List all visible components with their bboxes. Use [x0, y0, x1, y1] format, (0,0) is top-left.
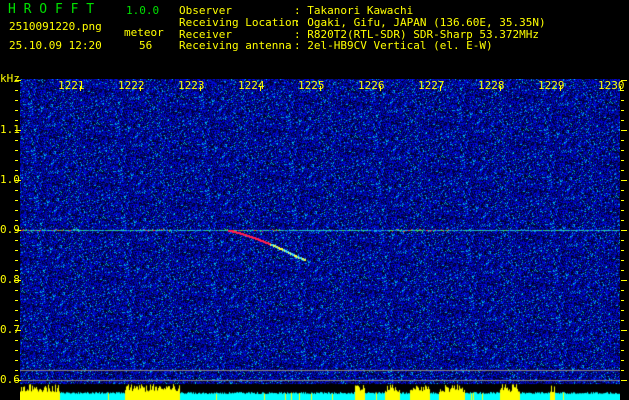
y-tick: [15, 360, 18, 361]
y-tick: [621, 170, 624, 171]
y-tick: [15, 260, 18, 261]
x-tick: [260, 86, 261, 91]
y-tick: [621, 240, 624, 241]
y-tick: [621, 250, 624, 251]
y-tick: [15, 90, 18, 91]
y-tick: [15, 220, 18, 221]
y-tick: [15, 290, 18, 291]
y-tick: [621, 150, 624, 151]
meteor-count: 56: [139, 39, 153, 52]
y-tick: [15, 190, 18, 191]
x-tick: [140, 86, 141, 91]
y-tick: [621, 160, 624, 161]
y-tick: [15, 110, 18, 111]
y-tick: [621, 290, 624, 291]
y-tick: [15, 320, 18, 321]
y-tick: [621, 210, 624, 211]
y-tick: [621, 260, 624, 261]
y-tick: [15, 210, 18, 211]
y-tick: [621, 340, 624, 341]
x-tick: [440, 86, 441, 91]
x-tick: [320, 86, 321, 91]
y-unit-label: kHz: [0, 72, 20, 85]
y-tick: [15, 270, 18, 271]
y-tick: [621, 200, 624, 201]
y-tick: [15, 180, 21, 181]
x-tick: [200, 86, 201, 91]
y-tick: [621, 370, 624, 371]
y-tick: [621, 230, 627, 231]
app-title: H R O F F T: [8, 2, 95, 17]
y-tick: [15, 310, 18, 311]
y-tick: [621, 140, 624, 141]
y-tick: [15, 150, 18, 151]
x-tick: [560, 86, 561, 91]
spectrogram: [20, 79, 620, 400]
y-tick: [15, 100, 18, 101]
y-tick: [15, 350, 18, 351]
info-label-antenna: Receiving antenna: [179, 39, 292, 52]
y-tick: [15, 130, 21, 131]
datetime: 25.10.09 12:20: [9, 39, 102, 52]
y-tick: [15, 340, 18, 341]
y-tick: [15, 120, 18, 121]
y-tick: [15, 230, 21, 231]
x-tick: [80, 86, 81, 91]
y-tick: [15, 200, 18, 201]
y-tick: [621, 110, 624, 111]
filename: 2510091220.png: [9, 20, 102, 33]
y-tick: [621, 130, 627, 131]
y-tick: [621, 190, 624, 191]
y-tick: [621, 120, 624, 121]
y-tick: [621, 320, 624, 321]
y-tick: [621, 350, 624, 351]
y-tick: [15, 370, 18, 371]
y-tick: [15, 140, 18, 141]
x-tick: [380, 86, 381, 91]
y-tick: [15, 160, 18, 161]
x-tick: [500, 86, 501, 91]
y-tick: [621, 330, 627, 331]
y-tick: [621, 360, 624, 361]
y-tick: [621, 380, 627, 381]
version: 1.0.0: [126, 4, 160, 17]
y-tick: [621, 310, 624, 311]
x-tick: [620, 86, 621, 91]
y-tick: [15, 330, 21, 331]
y-tick: [15, 280, 21, 281]
y-tick: [621, 100, 624, 101]
y-tick: [621, 180, 627, 181]
y-tick: [15, 170, 18, 171]
y-tick: [15, 250, 18, 251]
y-tick: [15, 300, 18, 301]
y-tick: [15, 380, 21, 381]
info-value-antenna: : 2el-HB9CV Vertical (el. E-W): [294, 39, 493, 52]
meteor-label: meteor: [124, 26, 164, 39]
y-tick: [621, 270, 624, 271]
y-tick: [15, 80, 21, 81]
y-tick: [15, 240, 18, 241]
y-tick: [621, 220, 624, 221]
y-tick: [621, 280, 627, 281]
y-tick: [621, 300, 624, 301]
